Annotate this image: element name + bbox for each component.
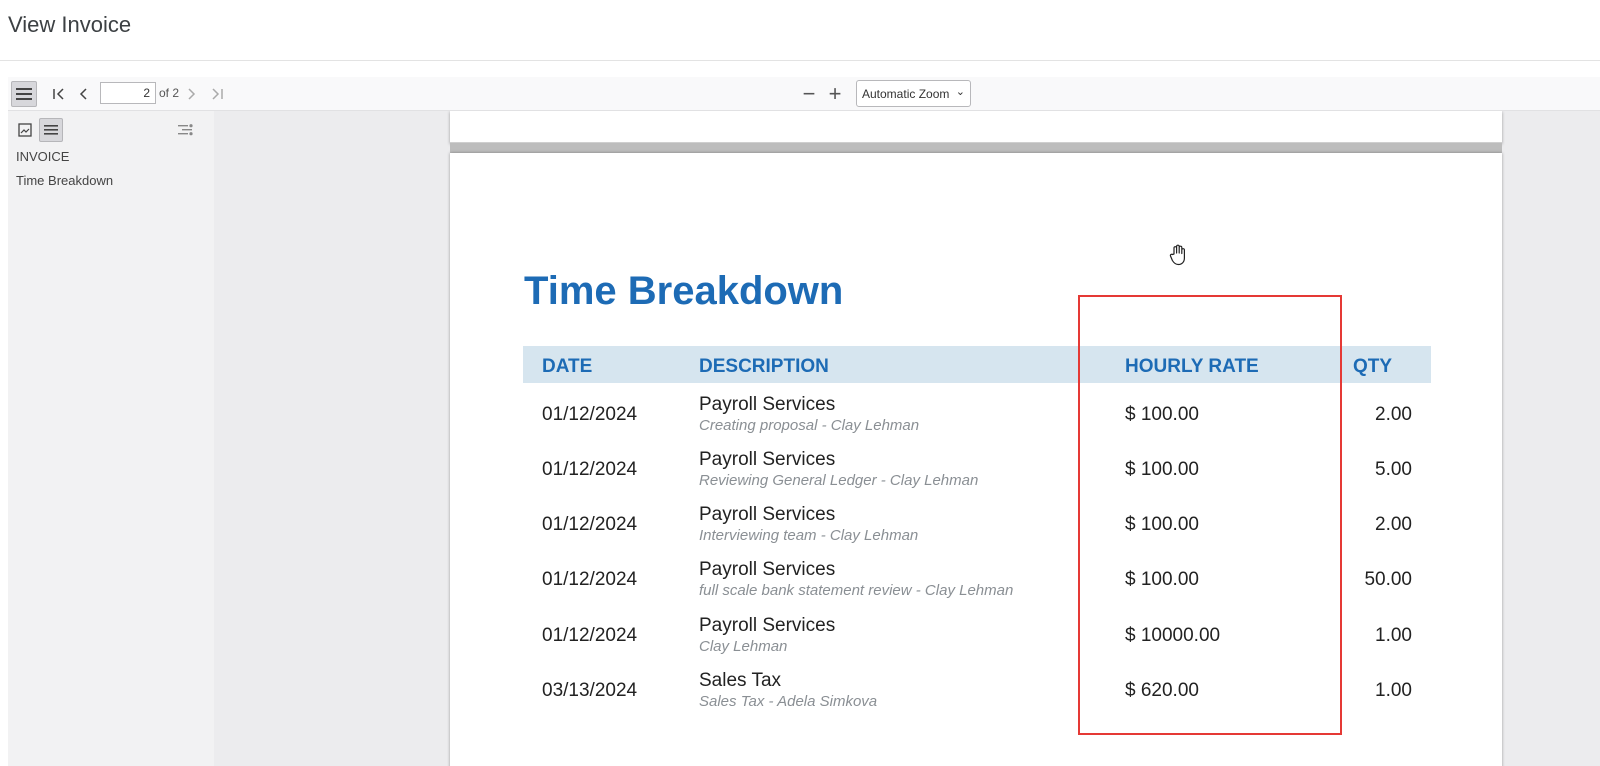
row-qty: 5.00 — [1375, 459, 1412, 480]
row-rate: $ 100.00 — [1125, 459, 1199, 480]
table-row: 01/12/2024 Payroll Services Clay Lehman … — [523, 607, 1431, 663]
row-rate: $ 620.00 — [1125, 680, 1199, 701]
hand-cursor-icon — [1168, 244, 1188, 272]
row-detail: full scale bank statement review - Clay … — [699, 582, 1014, 599]
outline-item-time-breakdown[interactable]: Time Breakdown — [16, 173, 113, 188]
table-row: 01/12/2024 Payroll Services full scale b… — [523, 551, 1431, 607]
row-rate: $ 10000.00 — [1125, 625, 1221, 646]
first-page-icon — [53, 88, 64, 100]
row-detail: Reviewing General Ledger - Clay Lehman — [699, 472, 979, 489]
chevron-right-icon — [188, 88, 196, 100]
document-viewer[interactable]: Time Breakdown DATE DESCRIPTION HOURLY R… — [214, 111, 1600, 766]
row-date: 01/12/2024 — [542, 514, 638, 535]
zoom-out-button[interactable]: − — [796, 81, 822, 107]
first-page-button[interactable] — [46, 81, 72, 107]
outline-view-button[interactable] — [39, 118, 63, 142]
row-service: Sales Tax — [699, 670, 782, 691]
row-date: 01/12/2024 — [542, 625, 638, 646]
row-service: Payroll Services — [699, 394, 836, 415]
pdf-page: Time Breakdown DATE DESCRIPTION HOURLY R… — [450, 153, 1502, 766]
column-header-date: DATE — [542, 356, 593, 377]
last-page-icon — [212, 88, 223, 100]
row-rate: $ 100.00 — [1125, 569, 1199, 590]
outline-item-invoice[interactable]: INVOICE — [16, 149, 69, 164]
row-date: 01/12/2024 — [542, 459, 638, 480]
row-detail: Creating proposal - Clay Lehman — [699, 417, 920, 434]
row-rate: $ 100.00 — [1125, 514, 1199, 535]
row-detail: Clay Lehman — [699, 638, 788, 655]
row-date: 01/12/2024 — [542, 569, 638, 590]
row-service: Payroll Services — [699, 504, 836, 525]
zoom-in-button[interactable]: + — [822, 81, 848, 107]
document-heading: Time Breakdown — [524, 269, 844, 313]
last-page-button[interactable] — [204, 81, 230, 107]
title-bar: View Invoice — [0, 0, 1600, 61]
outline-options-button[interactable] — [174, 118, 198, 142]
row-detail: Sales Tax - Adela Simkova — [699, 693, 878, 710]
table-row: 03/13/2024 Sales Tax Sales Tax - Adela S… — [523, 662, 1431, 718]
row-qty: 2.00 — [1375, 404, 1412, 425]
sidebar-toggle-button[interactable] — [11, 81, 37, 107]
row-service: Payroll Services — [699, 615, 836, 636]
outline-icon — [44, 125, 58, 135]
table-row: 01/12/2024 Payroll Services Reviewing Ge… — [523, 441, 1431, 497]
row-date: 01/12/2024 — [542, 404, 638, 425]
row-rate: $ 100.00 — [1125, 404, 1199, 425]
row-qty: 1.00 — [1375, 680, 1412, 701]
row-service: Payroll Services — [699, 449, 836, 470]
column-header-qty: QTY — [1353, 356, 1393, 377]
previous-page-bottom — [450, 111, 1502, 143]
row-detail: Interviewing team - Clay Lehman — [699, 527, 919, 544]
table-row: 01/12/2024 Payroll Services Creating pro… — [523, 386, 1431, 442]
row-qty: 2.00 — [1375, 514, 1412, 535]
page-count-label: of 2 — [159, 86, 180, 100]
thumbnails-view-button[interactable] — [13, 118, 37, 142]
chevron-left-icon — [79, 88, 87, 100]
chevron-down-icon: ⌄ — [955, 86, 965, 98]
page-number-input[interactable] — [100, 82, 156, 104]
settings-list-icon — [178, 124, 193, 136]
row-qty: 50.00 — [1364, 569, 1412, 590]
plus-icon: + — [828, 81, 842, 106]
zoom-select-value: Automatic Zoom — [862, 87, 950, 101]
minus-icon: − — [802, 81, 816, 106]
zoom-select[interactable]: Automatic Zoom ⌄ — [856, 80, 971, 107]
sidebar-toggle-icon — [16, 88, 32, 100]
page-separator — [450, 143, 1502, 153]
image-icon — [18, 123, 32, 137]
previous-page-button[interactable] — [70, 81, 96, 107]
row-date: 03/13/2024 — [542, 680, 638, 701]
row-qty: 1.00 — [1375, 625, 1412, 646]
column-header-description: DESCRIPTION — [699, 356, 829, 377]
table-row: 01/12/2024 Payroll Services Interviewing… — [523, 496, 1431, 552]
sidebar: INVOICE Time Breakdown — [8, 111, 214, 766]
row-service: Payroll Services — [699, 559, 836, 580]
next-page-button[interactable] — [179, 81, 205, 107]
table-header: DATE DESCRIPTION HOURLY RATE QTY — [523, 346, 1431, 383]
column-header-hourly-rate: HOURLY RATE — [1125, 356, 1259, 377]
page-title: View Invoice — [8, 12, 132, 37]
pdf-toolbar: of 2 − + Automatic Zoom ⌄ — [8, 77, 1600, 111]
